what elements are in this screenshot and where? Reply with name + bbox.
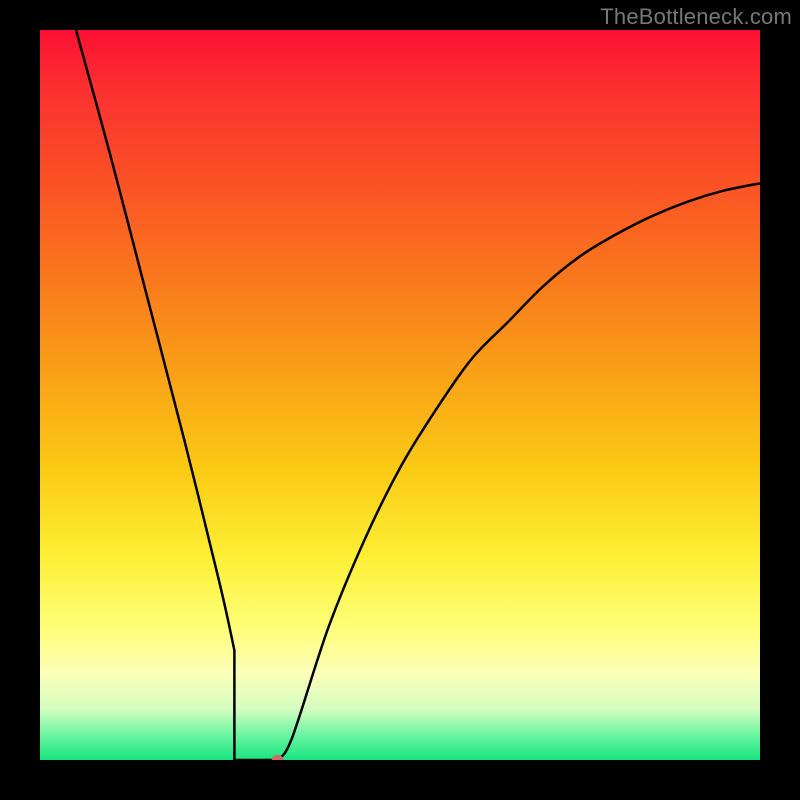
plot-area [40, 30, 760, 760]
plot-svg [40, 30, 760, 760]
chart-frame: TheBottleneck.com [0, 0, 800, 800]
bottleneck-curve [76, 30, 760, 760]
watermark-text: TheBottleneck.com [600, 4, 792, 30]
